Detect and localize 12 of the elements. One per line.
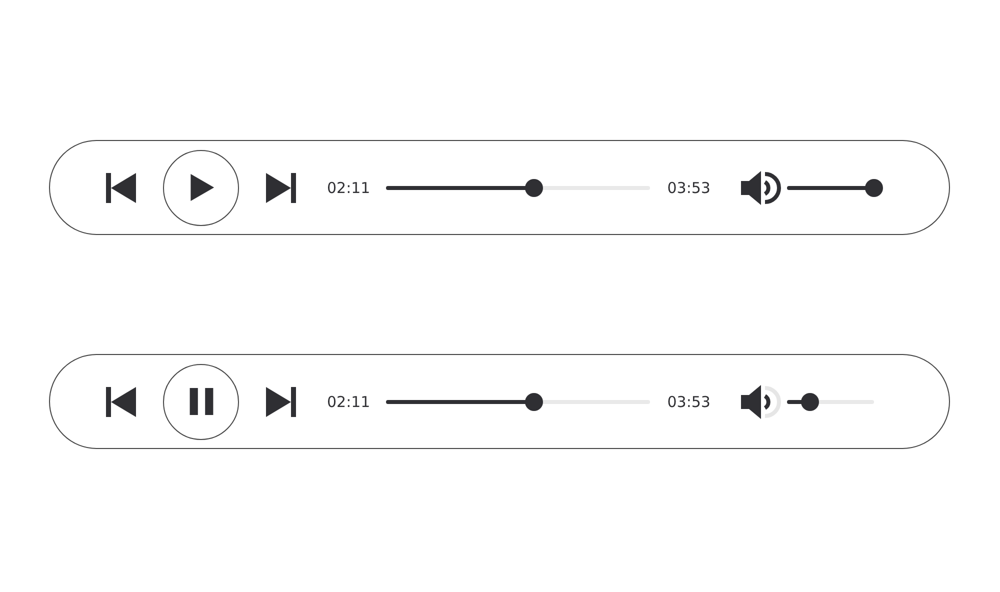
volume-icon[interactable] <box>741 384 782 418</box>
next-icon[interactable] <box>266 172 296 202</box>
previous-icon[interactable] <box>106 386 136 416</box>
volume-icon[interactable] <box>741 170 782 204</box>
play-icon <box>188 174 214 201</box>
elapsed-time: 02:11 <box>327 392 370 410</box>
next-icon[interactable] <box>266 386 296 416</box>
previous-icon[interactable] <box>106 172 136 202</box>
total-time: 03:53 <box>667 178 710 196</box>
pause-icon <box>188 388 214 415</box>
total-time: 03:53 <box>667 392 710 410</box>
elapsed-time: 02:11 <box>327 178 370 196</box>
